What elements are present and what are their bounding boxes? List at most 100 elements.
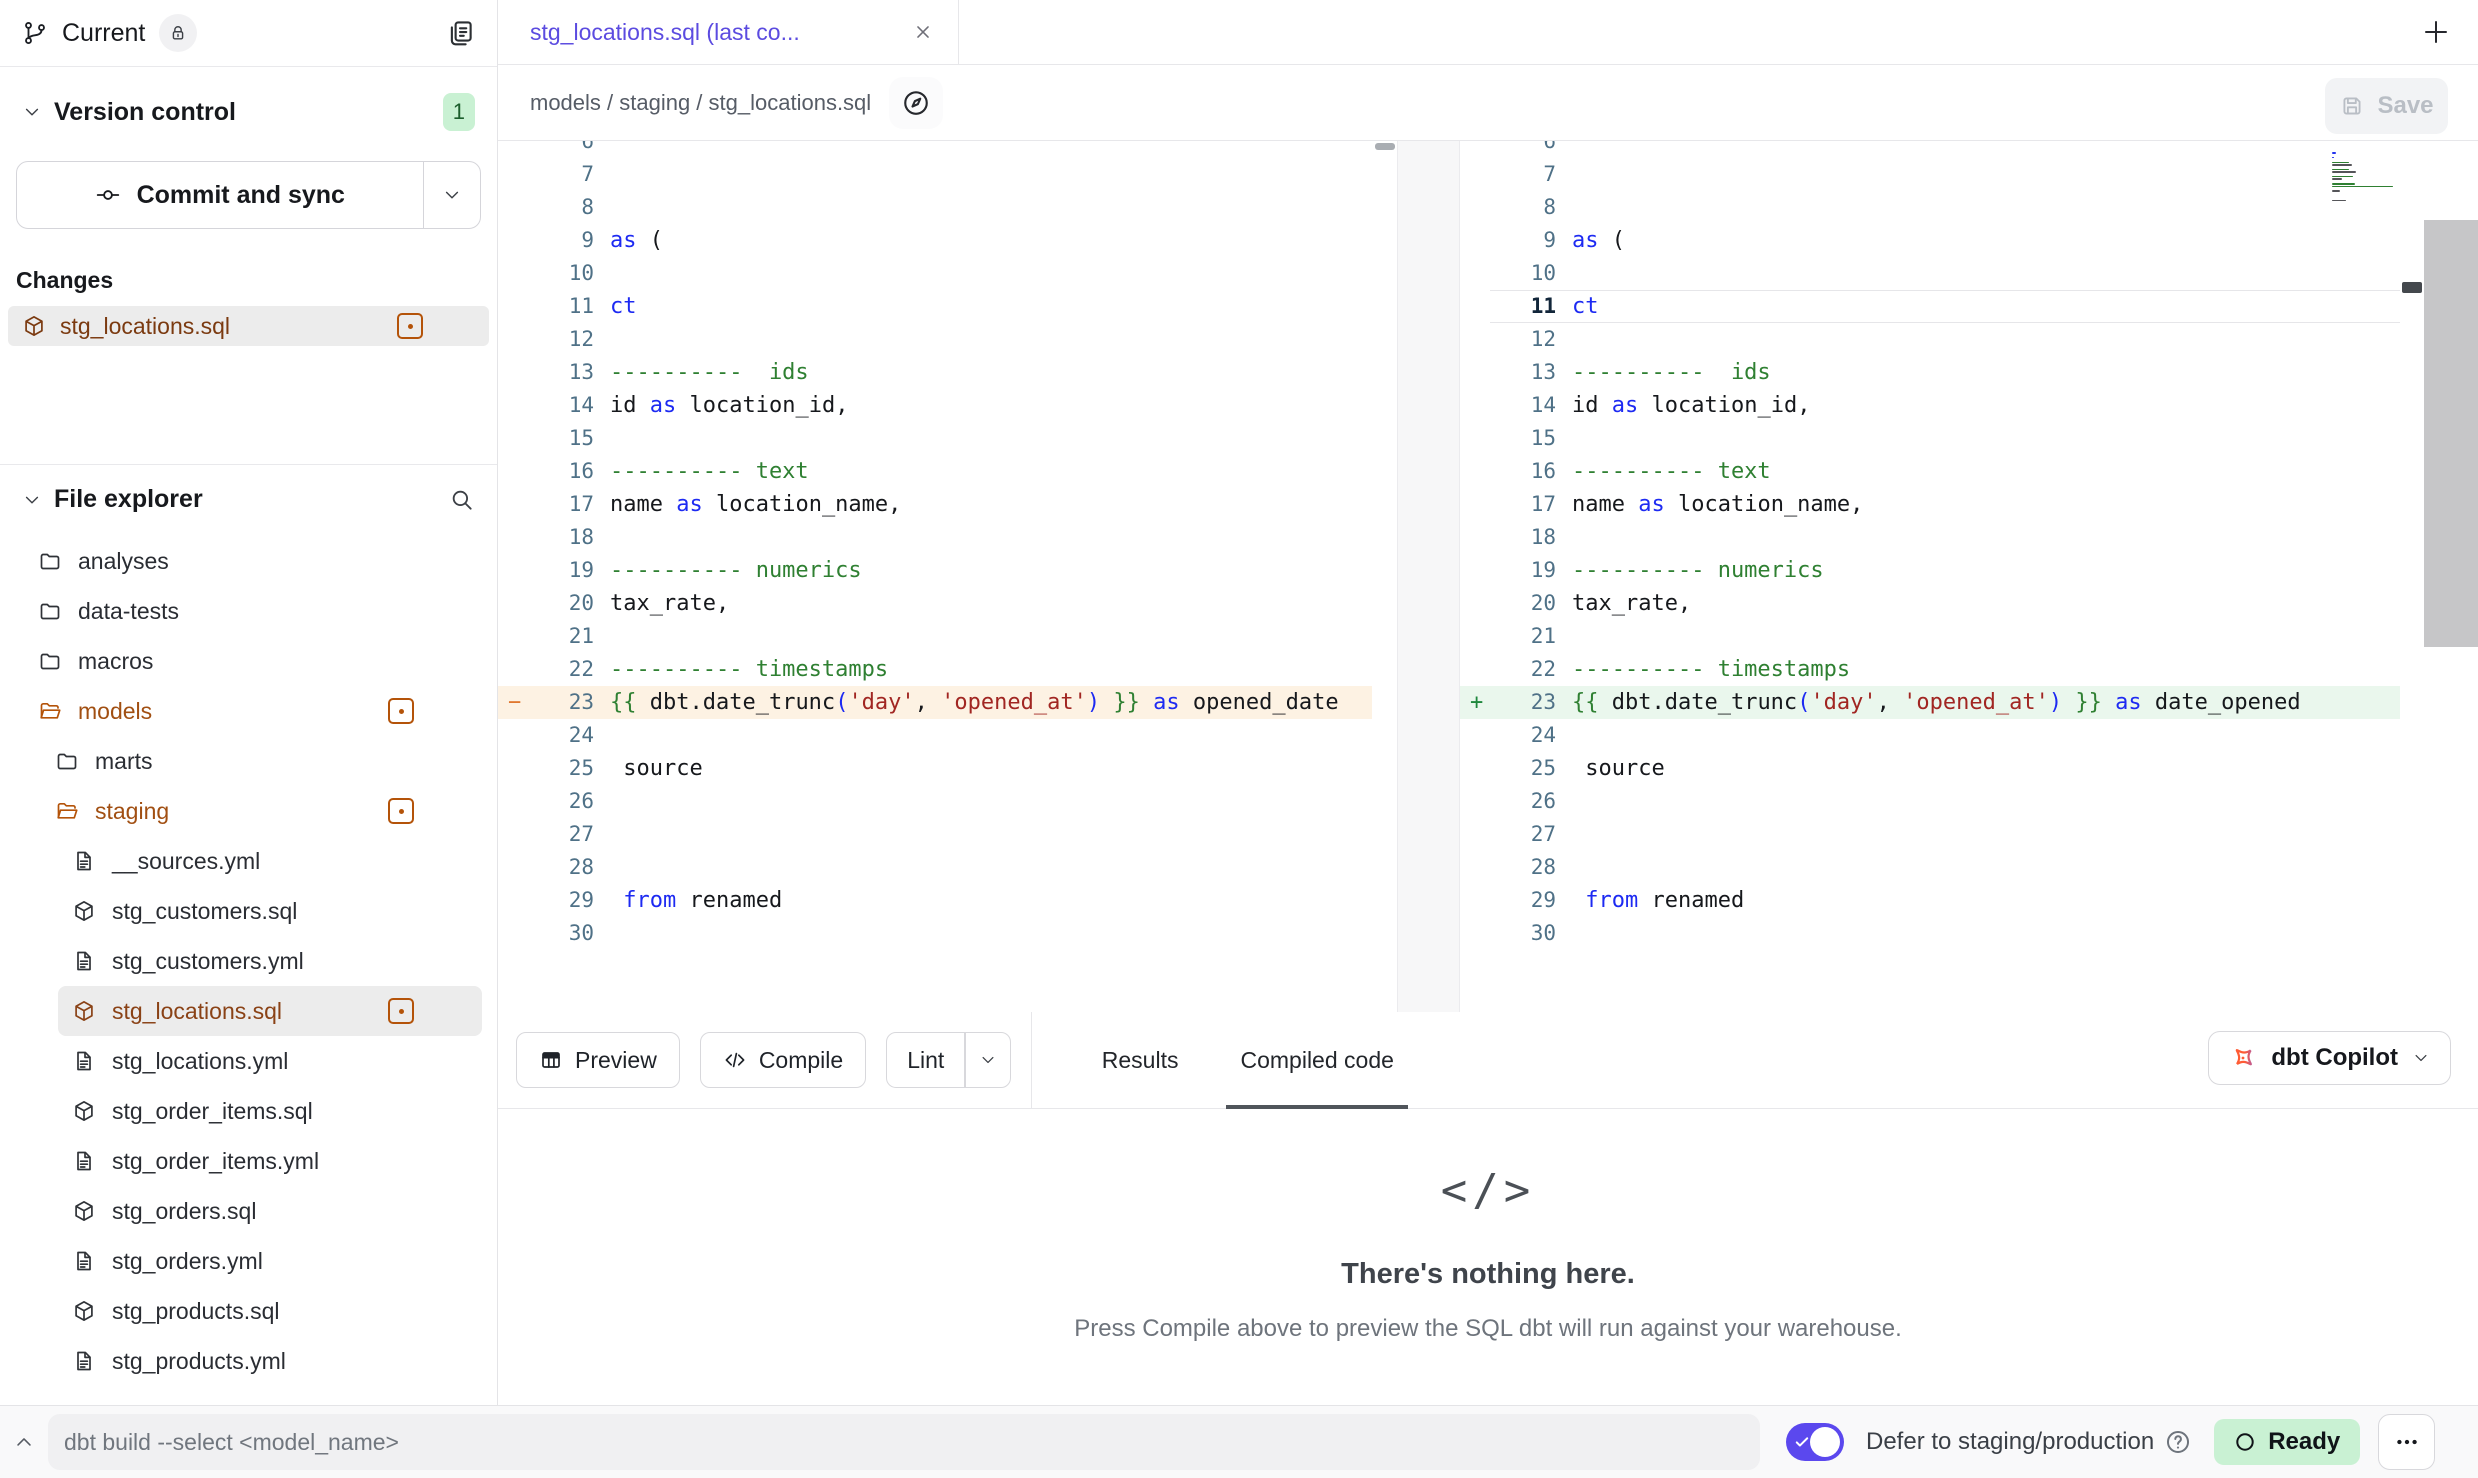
save-button[interactable]: Save (2325, 78, 2448, 134)
code-line[interactable]: 28 (498, 851, 1372, 884)
tree-item-stg-products-yml[interactable]: stg_products.yml (0, 1336, 497, 1386)
code-line[interactable]: 22---------- timestamps (498, 653, 1372, 686)
tree-item-stg-customers-sql[interactable]: stg_customers.sql (0, 886, 497, 936)
code-line[interactable]: 20tax_rate, (498, 587, 1372, 620)
code-line[interactable]: 27 (498, 818, 1372, 851)
more-options-button[interactable] (2378, 1414, 2435, 1470)
commit-options-button[interactable] (424, 162, 480, 228)
changed-file-item[interactable]: stg_locations.sql (8, 306, 489, 346)
tree-item-stg-locations-yml[interactable]: stg_locations.yml (0, 1036, 497, 1086)
tree-item-data-tests[interactable]: data-tests (0, 586, 497, 636)
code-line[interactable]: 11ct (498, 290, 1372, 323)
scrollbar-thumb[interactable] (2402, 282, 2422, 293)
code-line[interactable]: 28 (1460, 851, 2400, 884)
code-line[interactable]: 29 from renamed (1460, 884, 2400, 917)
code-line[interactable]: 14id as location_id, (1460, 389, 2400, 422)
code-line[interactable]: 21 (1460, 620, 2400, 653)
code-line[interactable]: 10 (1460, 257, 2400, 290)
code-line[interactable]: 7 (1460, 158, 2400, 191)
code-line[interactable]: 24 (1460, 719, 2400, 752)
code-line[interactable]: 30 (1460, 917, 2400, 950)
close-icon[interactable] (912, 21, 934, 43)
compile-button[interactable]: Compile (700, 1032, 866, 1088)
tree-item-models[interactable]: models (0, 686, 497, 736)
chevron-down-icon[interactable] (22, 490, 42, 510)
code-line[interactable]: 25 source (1460, 752, 2400, 785)
code-line[interactable]: 13---------- ids (1460, 356, 2400, 389)
tree-item-stg-orders-sql[interactable]: stg_orders.sql (0, 1186, 497, 1236)
code-line[interactable]: 13---------- ids (498, 356, 1372, 389)
code-line[interactable]: 12 (498, 323, 1372, 356)
code-line[interactable]: 20tax_rate, (1460, 587, 2400, 620)
commit-and-sync-button[interactable]: Commit and sync (16, 161, 481, 229)
outer-scrollbar-thumb[interactable] (2424, 220, 2478, 647)
code-line[interactable]: 16---------- text (1460, 455, 2400, 488)
navigate-button[interactable] (889, 77, 943, 129)
code-line[interactable]: 9as ( (498, 224, 1372, 257)
copy-icon[interactable] (445, 18, 475, 48)
code-line[interactable]: 9as ( (1460, 224, 2400, 257)
file-explorer-header[interactable]: File explorer (0, 485, 497, 514)
lint-options-button[interactable] (966, 1033, 1010, 1087)
tree-item-stg-locations-sql[interactable]: stg_locations.sql (58, 986, 482, 1036)
tree-item-staging[interactable]: staging (0, 786, 497, 836)
tree-item---sources-yml[interactable]: __sources.yml (0, 836, 497, 886)
chevron-down-icon[interactable] (22, 102, 42, 122)
tab-results[interactable]: Results (1088, 1012, 1193, 1108)
dbt-copilot-button[interactable]: dbt Copilot (2208, 1031, 2451, 1085)
help-icon[interactable] (2164, 1428, 2192, 1456)
scrollbar-track[interactable] (2400, 141, 2424, 1012)
code-line[interactable]: 19---------- numerics (1460, 554, 2400, 587)
tab-stg-locations[interactable]: stg_locations.sql (last co... (498, 0, 959, 64)
tree-item-stg-products-sql[interactable]: stg_products.sql (0, 1286, 497, 1336)
minimap[interactable] (2332, 145, 2396, 205)
code-line[interactable]: 25 source (498, 752, 1372, 785)
code-line[interactable]: 10 (498, 257, 1372, 290)
code-line[interactable]: 21 (498, 620, 1372, 653)
code-line[interactable]: 15 (1460, 422, 2400, 455)
code-line[interactable]: 8 (1460, 191, 2400, 224)
code-line[interactable]: +23{{ dbt.date_trunc('day', 'opened_at')… (1460, 686, 2400, 719)
code-line[interactable]: 11ct (1460, 290, 2400, 323)
code-line[interactable]: 17name as location_name, (1460, 488, 2400, 521)
code-line[interactable]: 14id as location_id, (498, 389, 1372, 422)
new-tab-button[interactable] (2420, 16, 2452, 48)
expand-command-bar-button[interactable] (0, 1431, 48, 1453)
code-line[interactable]: 26 (498, 785, 1372, 818)
code-line[interactable]: 18 (1460, 521, 2400, 554)
diff-pane-modified[interactable]: 6789as (1011ct1213---------- ids14id as … (1460, 141, 2400, 1012)
code-line[interactable]: 19---------- numerics (498, 554, 1372, 587)
pane-splitter[interactable] (1397, 141, 1460, 1012)
diff-pane-original[interactable]: 6789as (1011ct1213---------- ids14id as … (498, 141, 1372, 1012)
lint-button[interactable]: Lint (886, 1032, 1011, 1088)
defer-toggle[interactable] (1786, 1423, 1844, 1461)
preview-button[interactable]: Preview (516, 1032, 680, 1088)
scrollbar-thumb[interactable] (1375, 143, 1395, 150)
code-line[interactable]: 12 (1460, 323, 2400, 356)
tree-item-macros[interactable]: macros (0, 636, 497, 686)
tab-compiled-code[interactable]: Compiled code (1226, 1012, 1407, 1108)
code-line[interactable]: 26 (1460, 785, 2400, 818)
code-line[interactable]: −23{{ dbt.date_trunc('day', 'opened_at')… (498, 686, 1372, 719)
status-badge[interactable]: Ready (2214, 1419, 2360, 1465)
tree-item-analyses[interactable]: analyses (0, 536, 497, 586)
code-line[interactable]: 16---------- text (498, 455, 1372, 488)
code-line[interactable]: 18 (498, 521, 1372, 554)
tree-item-stg-order-items-yml[interactable]: stg_order_items.yml (0, 1136, 497, 1186)
tree-item-stg-order-items-sql[interactable]: stg_order_items.sql (0, 1086, 497, 1136)
code-line[interactable]: 6 (498, 141, 1372, 158)
code-line[interactable]: 7 (498, 158, 1372, 191)
tree-item-marts[interactable]: marts (0, 736, 497, 786)
search-icon[interactable] (449, 487, 475, 513)
code-line[interactable]: 22---------- timestamps (1460, 653, 2400, 686)
tree-item-stg-orders-yml[interactable]: stg_orders.yml (0, 1236, 497, 1286)
code-line[interactable]: 8 (498, 191, 1372, 224)
code-line[interactable]: 6 (1460, 141, 2400, 158)
code-line[interactable]: 17name as location_name, (498, 488, 1372, 521)
code-line[interactable]: 15 (498, 422, 1372, 455)
code-line[interactable]: 30 (498, 917, 1372, 950)
code-line[interactable]: 24 (498, 719, 1372, 752)
code-line[interactable]: 29 from renamed (498, 884, 1372, 917)
tree-item-stg-customers-yml[interactable]: stg_customers.yml (0, 936, 497, 986)
version-control-header[interactable]: Version control 1 (0, 93, 497, 131)
